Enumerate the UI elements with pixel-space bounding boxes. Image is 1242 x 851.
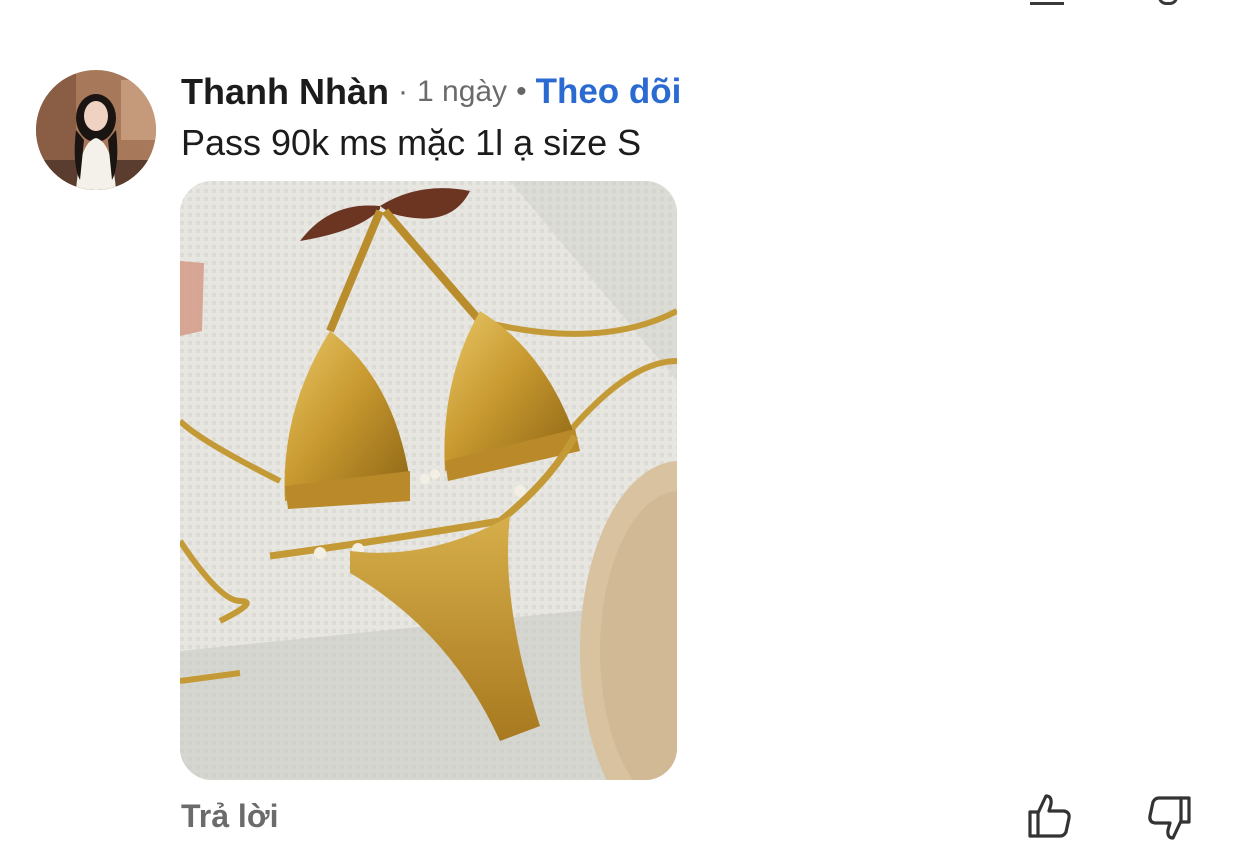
follow-button[interactable]: Theo dõi xyxy=(536,72,682,112)
avatar[interactable] xyxy=(36,70,156,190)
comment-view: Thanh Nhàn · 1 ngày • Theo dõi Pass 90k … xyxy=(0,0,1242,851)
separator: • xyxy=(516,75,527,108)
thumbs-down-icon[interactable] xyxy=(1143,792,1195,844)
thumbs-up-icon[interactable] xyxy=(1024,790,1076,842)
comment-photo[interactable] xyxy=(180,181,677,780)
comment-text: Pass 90k ms mặc 1l ạ size S xyxy=(181,122,642,163)
reply-button[interactable]: Trả lời xyxy=(181,798,278,835)
comment-time: 1 ngày xyxy=(416,75,508,108)
top-toolbar-icon[interactable] xyxy=(1030,0,1064,5)
top-toolbar-icon-secondary[interactable] xyxy=(1158,0,1178,5)
separator: · xyxy=(397,75,408,108)
comment-header: Thanh Nhàn · 1 ngày • Theo dõi xyxy=(181,70,681,114)
author-name[interactable]: Thanh Nhàn xyxy=(181,71,389,113)
